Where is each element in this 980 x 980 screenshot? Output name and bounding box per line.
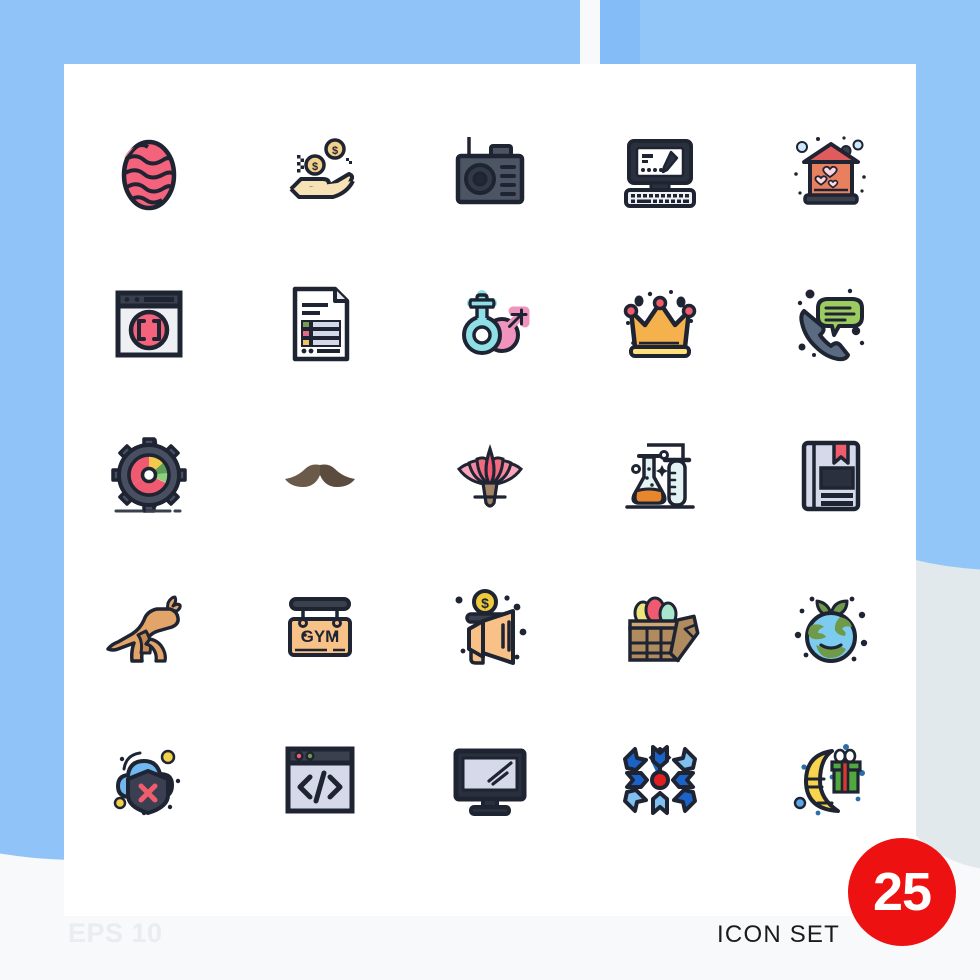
icon-cell-phone-chat[interactable] bbox=[746, 248, 916, 400]
crown-icon bbox=[624, 290, 697, 358]
gender-symbols-icon bbox=[461, 290, 530, 355]
icon-cell-lotus-flower[interactable] bbox=[405, 400, 575, 552]
icon-set-label: ICON SET bbox=[717, 921, 840, 948]
phone-chat-icon bbox=[797, 288, 864, 362]
svg-text:$: $ bbox=[332, 145, 338, 157]
svg-text:$: $ bbox=[481, 595, 489, 611]
love-house-icon bbox=[793, 136, 866, 205]
svg-text:$: $ bbox=[312, 161, 318, 173]
kangaroo-icon bbox=[106, 595, 182, 663]
gym-sign-text: GYM bbox=[300, 627, 339, 646]
icon-cell-code-browser[interactable] bbox=[234, 704, 404, 856]
gym-signboard-icon: GYM bbox=[287, 597, 352, 657]
eco-earth-icon bbox=[794, 596, 867, 663]
icon-cell-money-in-hand[interactable]: $ $ bbox=[234, 96, 404, 248]
icon-cell-moon-gift[interactable] bbox=[746, 704, 916, 856]
browser-brackets-icon bbox=[115, 290, 183, 358]
chemistry-lab-icon bbox=[625, 443, 696, 509]
icon-cell-moustache[interactable] bbox=[234, 400, 404, 552]
icon-cell-cloud-security[interactable] bbox=[64, 704, 234, 856]
cloud-security-icon bbox=[113, 749, 181, 816]
icon-cell-browser-brackets[interactable] bbox=[64, 248, 234, 400]
icon-cell-easter-egg[interactable] bbox=[64, 96, 234, 248]
icon-cell-love-house[interactable] bbox=[746, 96, 916, 248]
easter-egg-icon bbox=[121, 139, 177, 211]
radio-icon bbox=[455, 137, 525, 205]
gear-analytics-icon bbox=[111, 437, 187, 513]
icon-count-badge: 25 bbox=[848, 838, 956, 946]
icon-cell-gear-analytics[interactable] bbox=[64, 400, 234, 552]
icon-cell-chemistry-lab[interactable] bbox=[575, 400, 745, 552]
icon-cell-document-list[interactable] bbox=[234, 248, 404, 400]
icon-count-value: 25 bbox=[872, 862, 932, 922]
icon-grid: $ $ GYM $ bbox=[64, 96, 916, 856]
icon-cell-egg-basket[interactable] bbox=[575, 552, 745, 704]
icon-cell-bookmarked-book[interactable] bbox=[746, 400, 916, 552]
desktop-computer-icon bbox=[624, 139, 697, 208]
bookmarked-book-icon bbox=[801, 440, 861, 512]
megaphone-money-icon: $ bbox=[455, 589, 527, 665]
code-browser-icon bbox=[285, 746, 355, 814]
icon-cell-radio[interactable] bbox=[405, 96, 575, 248]
monitor-icon bbox=[453, 748, 527, 816]
moustache-icon bbox=[284, 464, 355, 487]
icon-cell-monitor[interactable] bbox=[405, 704, 575, 856]
screenshot-canvas: $ $ GYM $ EPS 10 ICON SET 25 bbox=[0, 0, 980, 980]
icon-cell-megaphone-money[interactable]: $ bbox=[405, 552, 575, 704]
lotus-flower-icon bbox=[456, 443, 524, 508]
money-in-hand-icon: $ $ bbox=[289, 138, 355, 199]
icon-cell-eco-earth[interactable] bbox=[746, 552, 916, 704]
icon-cell-gym-signboard[interactable]: GYM bbox=[234, 552, 404, 704]
document-list-icon bbox=[292, 286, 349, 362]
icon-cell-kangaroo[interactable] bbox=[64, 552, 234, 704]
icon-cell-crown[interactable] bbox=[575, 248, 745, 400]
egg-basket-icon bbox=[628, 596, 700, 663]
icon-cell-snowflake[interactable] bbox=[575, 704, 745, 856]
eps-label: EPS 10 bbox=[68, 918, 163, 948]
moon-gift-icon bbox=[793, 744, 865, 816]
snowflake-icon bbox=[623, 745, 698, 815]
icon-cell-desktop-computer[interactable] bbox=[575, 96, 745, 248]
icon-cell-gender-symbols[interactable] bbox=[405, 248, 575, 400]
